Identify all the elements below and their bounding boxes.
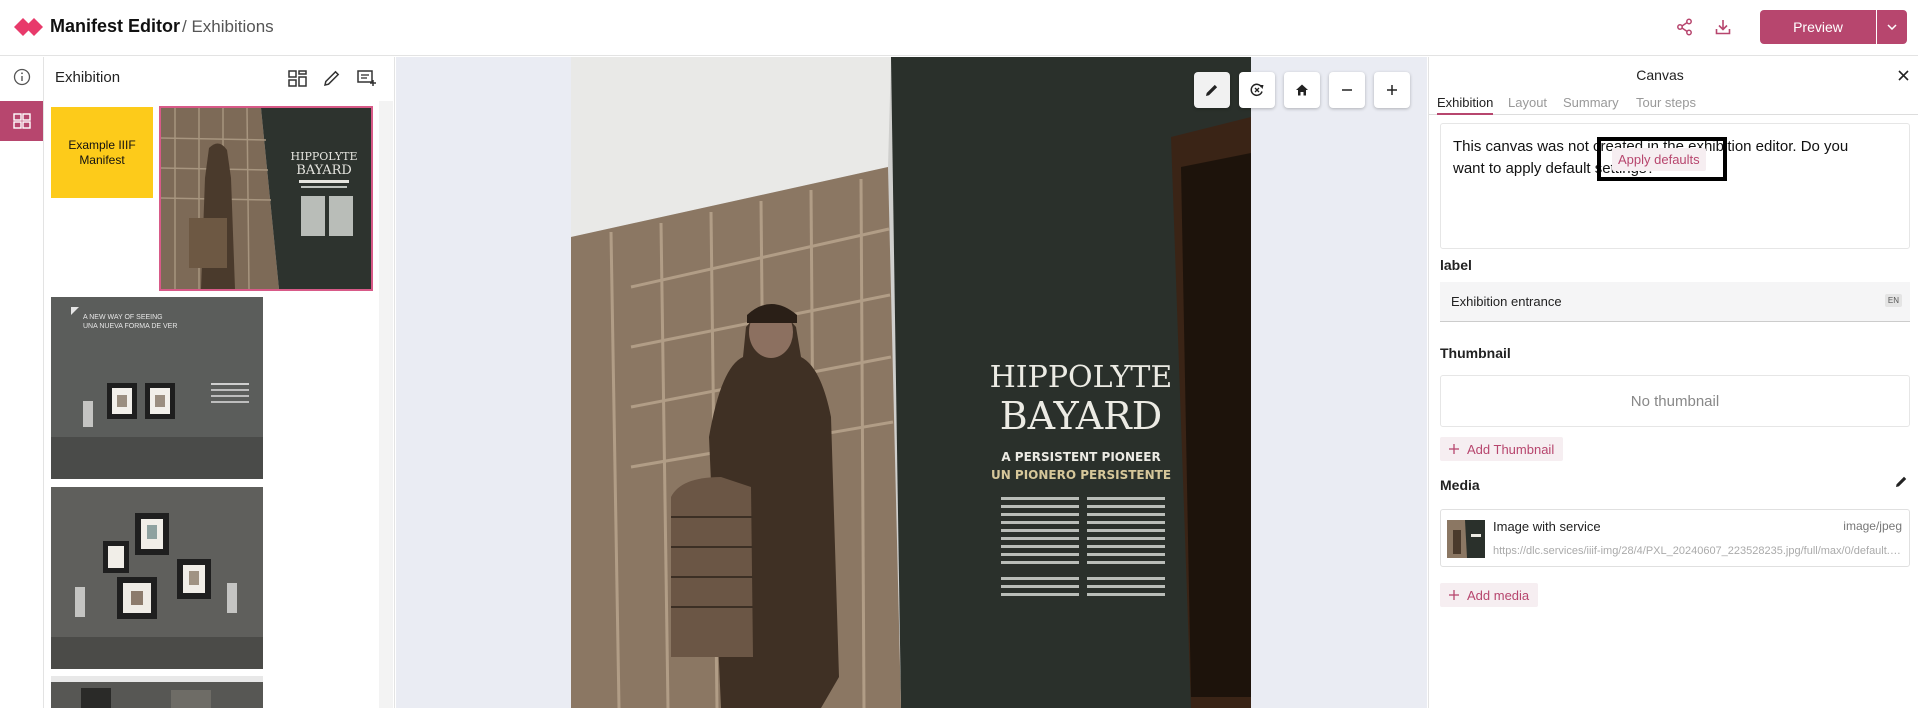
media-url: https://dlc.services/iiif-img/28/4/PXL_2… (1493, 545, 1903, 557)
info-icon (13, 68, 30, 86)
plus-icon (1449, 444, 1459, 454)
edit-icon (1896, 476, 1907, 487)
top-bar: Manifest Editor / Exhibitions Preview (0, 0, 1918, 56)
media-heading: Media (1440, 477, 1480, 493)
canvas-viewer[interactable]: HIPPOLYTE BAYARD A PERSISTENT PIONEER UN… (396, 57, 1427, 708)
edit-icon (1206, 84, 1218, 96)
close-panel-button[interactable] (1893, 65, 1913, 85)
exhibition-outline-panel: Exhibition Example IIIF Manifest HIPPOLY… (45, 57, 395, 708)
label-field-value: Exhibition entrance (1451, 294, 1562, 309)
photo-subtitle-en: A PERSISTENT PIONEER (1001, 450, 1160, 464)
download-button[interactable] (1708, 12, 1738, 42)
add-thumbnail-label: Add Thumbnail (1467, 441, 1555, 457)
share-button[interactable] (1670, 12, 1700, 42)
tab-summary[interactable]: Summary (1563, 95, 1619, 110)
add-media-label: Add media (1467, 587, 1530, 603)
preview-button[interactable]: Preview (1760, 10, 1876, 44)
share-icon (1677, 18, 1692, 36)
thumbnail-heading: Thumbnail (1440, 345, 1511, 361)
media-list-item[interactable]: Image with service image/jpeg https://dl… (1440, 509, 1910, 567)
logo-icon (14, 18, 43, 36)
rotate-icon (1250, 83, 1264, 97)
close-icon (1897, 69, 1909, 81)
breadcrumb[interactable]: / Exhibitions (182, 17, 274, 37)
canvas-thumbnail-4[interactable] (51, 676, 263, 708)
left-rail (0, 57, 44, 708)
add-canvas-button[interactable] (356, 67, 378, 89)
rail-canvases-button[interactable] (0, 101, 43, 141)
tab-tour-steps[interactable]: Tour steps (1636, 95, 1696, 110)
svg-text:BAYARD: BAYARD (296, 163, 352, 178)
outline-scrollbar[interactable] (379, 101, 393, 708)
zoom-in-icon (1387, 85, 1397, 95)
canvas-thumbnail-1[interactable]: HIPPOLYTE BAYARD (159, 106, 373, 291)
canvas-thumbnail-2[interactable]: A NEW WAY OF SEEING UNA NUEVA FORMA DE V… (51, 297, 263, 479)
canvas-thumbnail-image (51, 487, 263, 669)
apply-defaults-button[interactable]: Apply defaults (1612, 148, 1706, 171)
manifest-card[interactable]: Example IIIF Manifest (51, 107, 153, 198)
photo-subtitle-es: UN PIONERO PERSISTENTE (991, 468, 1171, 482)
canvas-thumbnail-3[interactable] (51, 487, 263, 669)
rotate-button[interactable] (1239, 72, 1275, 108)
download-icon (1715, 20, 1731, 35)
label-heading: label (1440, 257, 1472, 273)
apply-defaults-focus-ring: Apply defaults (1597, 137, 1727, 181)
home-icon (1296, 84, 1308, 96)
zoom-out-button[interactable] (1329, 72, 1365, 108)
layout-grid-icon (287, 69, 307, 87)
language-badge[interactable]: EN (1884, 294, 1902, 307)
canvas-properties-panel: Canvas Exhibition Layout Summary Tour st… (1428, 57, 1918, 708)
canvas-thumbnail-image: HIPPOLYTE BAYARD (161, 108, 371, 289)
photo-title-line2: BAYARD (1000, 394, 1162, 438)
app-title[interactable]: Manifest Editor (50, 16, 180, 37)
label-field[interactable]: Exhibition entrance EN (1440, 282, 1910, 322)
panel-tabs: Exhibition Layout Summary Tour steps (1429, 91, 1918, 115)
edit-pencil-icon (324, 70, 340, 86)
home-button[interactable] (1284, 72, 1320, 108)
tab-exhibition[interactable]: Exhibition (1437, 95, 1494, 115)
media-name: Image with service (1493, 519, 1601, 534)
media-edit-button[interactable] (1895, 475, 1911, 491)
outline-title: Exhibition (55, 69, 121, 86)
edit-button[interactable] (321, 67, 343, 89)
edit-mode-button[interactable] (1194, 72, 1230, 108)
chevron-down-icon (1887, 24, 1897, 30)
media-type: image/jpeg (1843, 519, 1902, 533)
zoom-out-icon (1342, 89, 1352, 91)
preview-menu-button[interactable] (1877, 10, 1907, 44)
thumb-title-line2: UNA NUEVA FORMA DE VER (83, 323, 177, 330)
layout-grid-button[interactable] (286, 67, 308, 89)
thumb-title-line1: A NEW WAY OF SEEING (83, 314, 163, 321)
svg-text:HIPPOLYTE: HIPPOLYTE (291, 150, 358, 163)
outline-header: Exhibition (45, 57, 395, 97)
add-thumbnail-button[interactable]: Add Thumbnail (1440, 437, 1564, 461)
plus-icon (1449, 590, 1459, 600)
photo-title-line1: HIPPOLYTE (990, 360, 1173, 395)
tab-layout[interactable]: Layout (1508, 95, 1547, 110)
grid-icon (12, 113, 31, 129)
panel-title: Canvas (1636, 67, 1684, 83)
exhibition-photo: HIPPOLYTE BAYARD A PERSISTENT PIONEER UN… (571, 57, 1251, 708)
media-thumbnail (1447, 520, 1485, 558)
thumbnail-empty-state: No thumbnail (1440, 375, 1910, 427)
canvas-thumbnail-image (51, 676, 263, 708)
add-media-button[interactable]: Add media (1440, 583, 1539, 607)
zoom-in-button[interactable] (1374, 72, 1410, 108)
add-canvas-icon (357, 70, 376, 86)
canvas-thumbnail-image: A NEW WAY OF SEEING UNA NUEVA FORMA DE V… (51, 297, 263, 479)
rail-info-button[interactable] (0, 57, 43, 97)
